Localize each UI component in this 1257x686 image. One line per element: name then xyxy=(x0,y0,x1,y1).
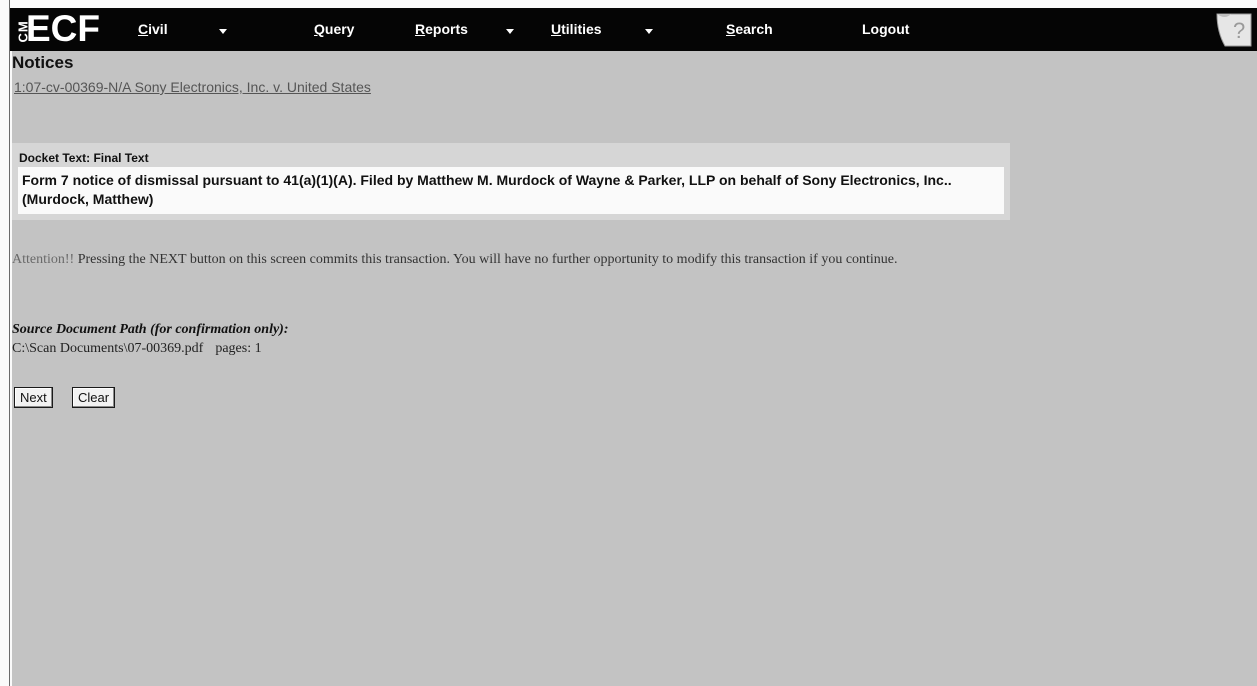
menu-search-accel: S xyxy=(726,21,736,37)
menu-query-accel: Q xyxy=(314,21,325,37)
attention-message: Attention!! Pressing the NEXT button on … xyxy=(12,249,972,270)
menu-logout-label: Logout xyxy=(862,21,910,37)
source-document-path: C:\Scan Documents\07-00369.pdf pages: 1 xyxy=(12,341,262,357)
menu-civil-label: ivil xyxy=(148,21,168,37)
window-top-frame xyxy=(0,0,1257,8)
menu-utilities-label: tilities xyxy=(561,21,602,37)
menu-utilities-accel: U xyxy=(551,21,562,37)
logo-ecf-text: ECF xyxy=(26,8,100,49)
menu-search[interactable]: Search xyxy=(726,21,773,37)
window-left-frame xyxy=(0,0,12,686)
utilities-dropdown-caret-icon[interactable] xyxy=(645,29,653,34)
menu-reports[interactable]: Reports xyxy=(415,21,468,37)
menu-query[interactable]: Query xyxy=(314,21,354,37)
next-button[interactable]: Next xyxy=(14,387,53,408)
reports-dropdown-caret-icon[interactable] xyxy=(506,29,514,34)
source-path-value: C:\Scan Documents\07-00369.pdf xyxy=(12,341,204,356)
case-number-link[interactable]: 1:07-cv-00369-N/A Sony Electronics, Inc.… xyxy=(14,79,371,95)
menu-search-label: earch xyxy=(735,21,773,37)
menu-reports-accel: R xyxy=(415,21,426,37)
menu-civil[interactable]: Civil xyxy=(138,21,168,37)
help-icon[interactable]: ? xyxy=(1211,10,1253,48)
frame-edge xyxy=(9,0,10,686)
menu-logout[interactable]: Logout xyxy=(862,21,909,37)
source-pages-count: pages: 1 xyxy=(215,341,262,356)
page-title: Notices xyxy=(12,53,74,72)
menu-utilities[interactable]: Utilities xyxy=(551,21,602,37)
clear-button[interactable]: Clear xyxy=(72,387,116,408)
docket-text-box: Form 7 notice of dismissal pursuant to 4… xyxy=(18,167,1004,214)
menu-reports-label: eports xyxy=(425,21,468,37)
docket-text-panel: Docket Text: Final Text Form 7 notice of… xyxy=(12,143,1010,220)
docket-text-content: Form 7 notice of dismissal pursuant to 4… xyxy=(22,172,952,207)
menubar: CM ECF Civil Query Reports Utilities Sea… xyxy=(10,8,1257,51)
attention-word: Attention!! xyxy=(12,252,75,267)
docket-text-label: Docket Text: Final Text xyxy=(19,151,149,165)
attention-text: Pressing the NEXT button on this screen … xyxy=(74,252,898,267)
menu-query-label: uery xyxy=(324,21,355,37)
menu-civil-accel: C xyxy=(138,21,149,37)
civil-dropdown-caret-icon[interactable] xyxy=(219,29,227,34)
help-glyph: ? xyxy=(1233,18,1245,43)
source-document-label: Source Document Path (for confirmation o… xyxy=(12,322,289,337)
